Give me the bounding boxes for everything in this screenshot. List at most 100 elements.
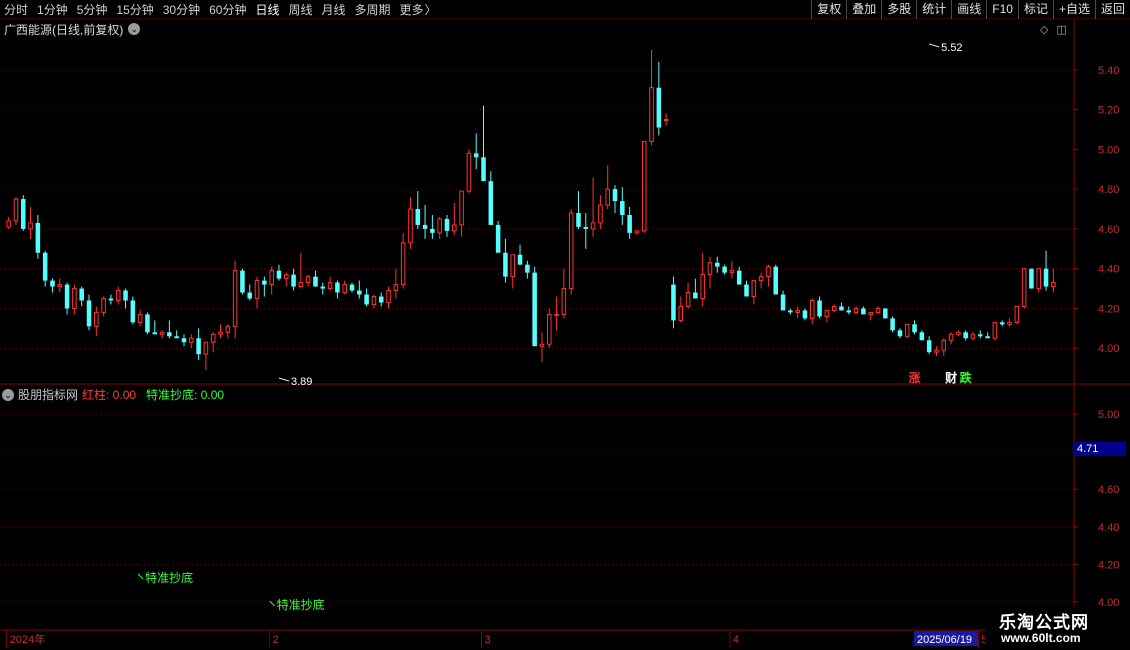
kline-chart[interactable]: 4.004.204.404.604.805.005.205.404.004.20… <box>0 0 1130 650</box>
cursor-date-label: 2025/06/19 <box>917 634 972 646</box>
candle-body <box>283 274 289 280</box>
indicator-tick-label: 4.20 <box>1098 559 1119 571</box>
candle-body <box>605 188 610 206</box>
indicator-title[interactable]: ⌄ 股朋指标网 红柱: 0.00 特准抄底: 0.00 <box>2 387 224 402</box>
candle-body <box>203 341 209 355</box>
candle-body <box>364 294 369 305</box>
candle-body <box>400 242 406 286</box>
y-tick-label: 5.40 <box>1098 65 1119 77</box>
candle-body <box>620 201 625 215</box>
y-tick-label: 5.20 <box>1098 105 1119 117</box>
candle-body <box>926 340 932 353</box>
annotation-pointer <box>278 377 290 382</box>
candle-body <box>685 292 691 307</box>
date-label: 3 <box>485 634 491 646</box>
candle-body <box>729 270 735 274</box>
candle-body <box>218 331 223 335</box>
candle-body <box>561 288 567 315</box>
y-tick-label: 4.00 <box>1098 343 1119 355</box>
candle-body <box>525 264 530 273</box>
candle-body <box>393 284 399 292</box>
candle-body <box>1051 282 1056 288</box>
candle-body <box>408 208 413 244</box>
candle-body <box>890 318 895 331</box>
candle-body <box>517 254 523 265</box>
chevron-down-icon[interactable]: ⌄ <box>2 388 14 401</box>
candle-body <box>853 307 859 313</box>
candle-body <box>1043 268 1049 287</box>
candle-body <box>335 282 340 293</box>
date-label: 2 <box>273 634 279 646</box>
indicator-name: 股朋指标网 <box>18 388 79 402</box>
candle-body <box>934 349 939 353</box>
y-tick-label: 4.60 <box>1098 224 1119 236</box>
candle-body <box>232 270 238 327</box>
candle-body <box>298 282 304 288</box>
candle-body <box>919 332 925 341</box>
candle-body <box>868 311 873 315</box>
candle-body <box>196 338 201 355</box>
candle-body <box>254 280 260 299</box>
candle-body <box>488 181 494 225</box>
candle-body <box>35 222 41 253</box>
date-label: 2024年 <box>10 632 45 646</box>
candle-body <box>320 286 326 289</box>
candle-body <box>210 333 216 343</box>
candle-body <box>6 220 11 228</box>
candle-body <box>795 309 800 313</box>
watermark-name: 乐淘公式网 <box>999 613 1089 632</box>
candle-body <box>963 332 968 339</box>
candle-body <box>481 157 486 182</box>
candle-body <box>1014 305 1020 323</box>
candle-body <box>101 297 106 313</box>
candle-body <box>751 280 757 298</box>
candle-body <box>722 266 727 273</box>
candle-body <box>1036 268 1042 290</box>
candle-body <box>86 300 92 327</box>
candle-body <box>357 290 362 295</box>
indicator-tick-label: 5.00 <box>1098 409 1119 421</box>
candle-body <box>912 324 917 333</box>
candle-body <box>422 224 428 229</box>
candle-body <box>28 222 33 230</box>
y-tick-label: 4.80 <box>1098 184 1119 196</box>
candle-body <box>970 333 976 339</box>
max-price-label: 5.52 <box>941 42 962 54</box>
candle-body <box>839 306 844 311</box>
candle-body <box>137 313 143 323</box>
candle-body <box>342 284 347 294</box>
chart-marker: 财 <box>944 370 957 385</box>
candle-body <box>189 337 194 343</box>
candle-body <box>590 222 596 230</box>
candle-body <box>79 288 84 301</box>
candle-body <box>503 252 508 277</box>
candle-body <box>159 331 165 335</box>
candle-body <box>809 299 815 319</box>
candle-body <box>495 224 501 253</box>
candle-body <box>174 336 179 339</box>
annotation-pointer <box>929 43 940 48</box>
candle-body <box>291 274 296 287</box>
chart-marker: 涨 <box>909 370 921 385</box>
candle-body <box>700 274 705 299</box>
candle-body <box>861 308 866 315</box>
candle-body <box>744 284 749 297</box>
candle-body <box>641 140 647 232</box>
candle-body <box>897 330 903 337</box>
candle-body <box>780 294 786 311</box>
candle-body <box>72 288 77 309</box>
candle-body <box>262 280 267 285</box>
candle-body <box>386 290 391 303</box>
candle-body <box>978 334 983 337</box>
candle-body <box>546 313 552 345</box>
candle-body <box>327 282 333 290</box>
candle-body <box>152 332 158 335</box>
candle-body <box>415 209 421 225</box>
candle-body <box>788 310 793 313</box>
candle-body <box>956 331 961 335</box>
candle-body <box>473 153 479 158</box>
candle-body <box>1029 268 1034 289</box>
candle-body <box>430 228 435 233</box>
candle-body <box>50 280 55 287</box>
current-value-label: 4.71 <box>1074 442 1126 456</box>
